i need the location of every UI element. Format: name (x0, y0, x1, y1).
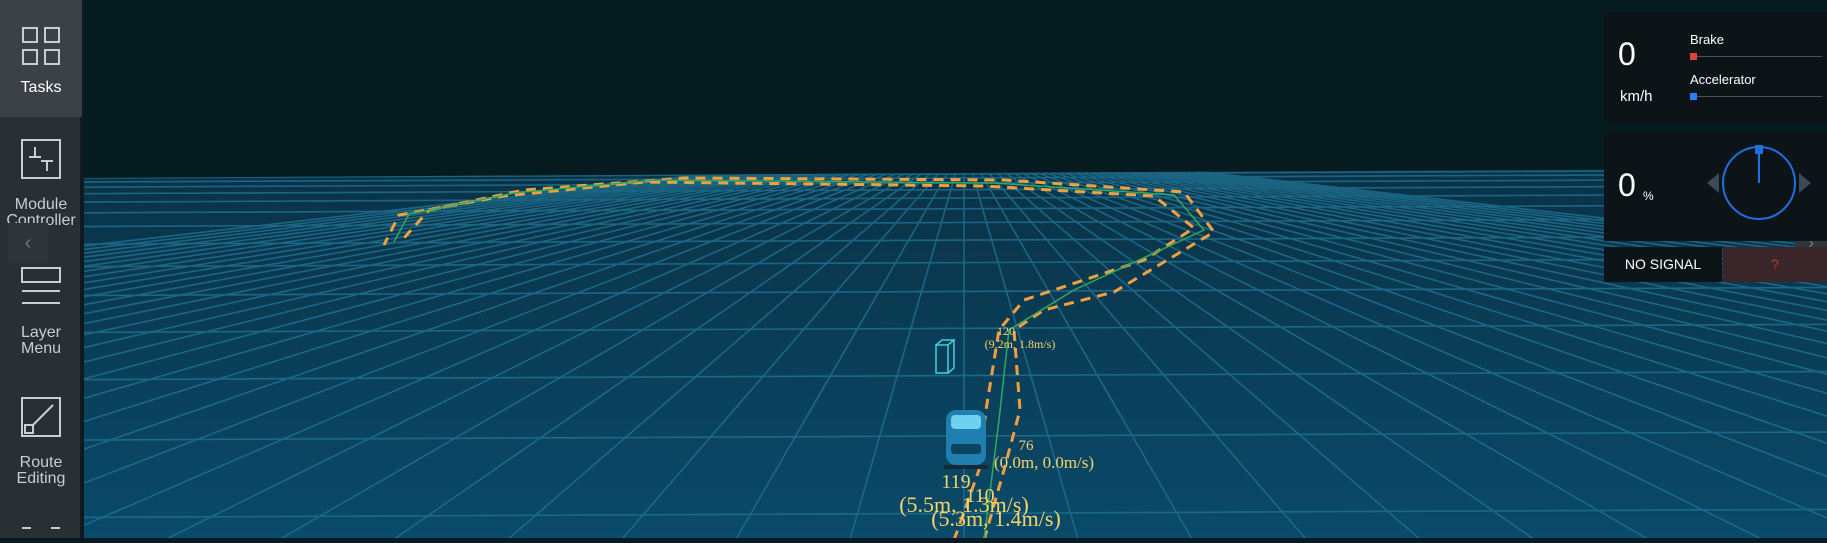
sidebar-item-label: Tasks (20, 79, 62, 96)
ego-vehicle-icon (944, 410, 988, 469)
obstacle-76-info: (0.0m, 0.0m/s) (994, 453, 1094, 472)
steering-panel: 0 % (1604, 131, 1827, 241)
brake-bar (1690, 53, 1822, 60)
map-scene-view[interactable]: 120 (9.2m, 1.8m/s) 76 (0.0m, 0.0m/s) 119… (84, 0, 1827, 541)
tasks-grid-icon (22, 27, 60, 65)
obstacle-76-id: 76 (1019, 438, 1035, 454)
brake-level-indicator (1690, 53, 1697, 60)
brake-label: Brake (1690, 32, 1724, 47)
turn-left-arrow-icon (1707, 173, 1719, 193)
traffic-light-indicator: ? (1723, 247, 1827, 282)
speed-value: 0 (1618, 36, 1636, 72)
accelerator-bar (1690, 93, 1822, 100)
scene-canvas: 120 (9.2m, 1.8m/s) 76 (0.0m, 0.0m/s) 119… (84, 0, 1827, 541)
collapse-left-button[interactable]: ‹ (8, 223, 48, 263)
signal-status-panel: NO SIGNAL (1604, 247, 1722, 282)
layer-menu-icon (21, 267, 61, 304)
obstacle-120-info: (9.2m, 1.8m/s) (985, 337, 1056, 351)
turn-right-arrow-icon (1799, 173, 1811, 193)
accelerator-level-indicator (1690, 93, 1697, 100)
sidebar-item-label: Route Editing (16, 454, 66, 487)
sidebar-item-tasks[interactable]: Tasks (0, 0, 82, 117)
speed-panel: 0 km/h Brake Accelerator (1604, 12, 1827, 123)
sidebar-item-more[interactable] (0, 497, 82, 538)
more-icon (22, 527, 60, 529)
steering-value: 0 (1618, 167, 1636, 203)
route-editing-icon (21, 397, 61, 437)
module-controller-icon (21, 139, 61, 179)
obstacle-110-id: 110 (965, 485, 994, 507)
left-sidebar: Tasks Module Controller Layer Menu Route… (0, 0, 82, 538)
obstacle-120-id: 120 (997, 324, 1015, 338)
obstacle-110-info: (5.3m, 1.4m/s) (931, 506, 1061, 531)
steering-wheel-gauge (1707, 145, 1811, 220)
accelerator-label: Accelerator (1690, 72, 1756, 87)
sidebar-item-module-controller[interactable]: Module Controller (0, 117, 82, 237)
speed-unit: km/h (1620, 88, 1653, 105)
sidebar-item-label: Layer Menu (20, 324, 62, 357)
sidebar-item-route-editing[interactable]: Route Editing (0, 367, 82, 497)
chevron-left-icon: ‹ (24, 232, 32, 254)
signal-status-text: NO SIGNAL (1624, 256, 1702, 272)
steering-unit: % (1643, 189, 1654, 203)
